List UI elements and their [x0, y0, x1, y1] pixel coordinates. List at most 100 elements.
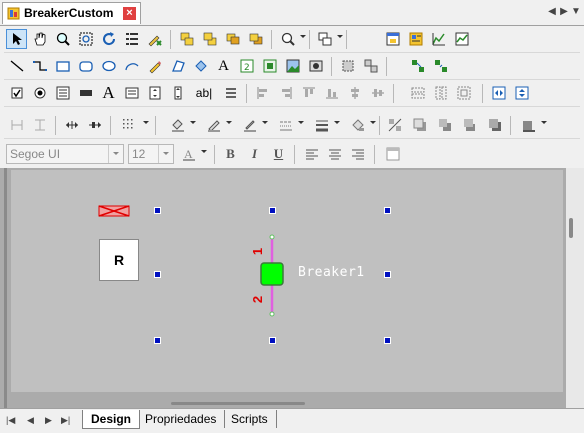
close-tab-icon[interactable]: ×: [123, 7, 136, 20]
trend-chart-icon[interactable]: [451, 29, 472, 49]
font-size-dropdown-icon[interactable]: [158, 145, 173, 163]
line-color-icon[interactable]: [203, 115, 224, 135]
same-width-icon[interactable]: [407, 83, 428, 103]
refresh-icon[interactable]: [98, 29, 119, 49]
bring-forward-icon[interactable]: [222, 29, 243, 49]
space-vertical-icon[interactable]: [511, 83, 532, 103]
selection-handle[interactable]: [384, 271, 391, 278]
shadow-icon[interactable]: [409, 115, 430, 135]
selection-handle[interactable]: [154, 271, 161, 278]
zoom-fit-icon[interactable]: [75, 29, 96, 49]
tab-design[interactable]: Design: [82, 410, 141, 429]
vertical-scroll-thumb[interactable]: [569, 218, 573, 238]
text-frame-icon[interactable]: [382, 144, 403, 164]
next-tab-icon[interactable]: ▶: [45, 415, 52, 426]
line-style-icon[interactable]: [275, 115, 296, 135]
font-name-combo[interactable]: Segoe UI: [6, 144, 124, 164]
polygon-tool-icon[interactable]: [167, 56, 188, 76]
selection-handle[interactable]: [154, 207, 161, 214]
tab-propriedades[interactable]: Propriedades: [137, 410, 226, 428]
align-top-icon[interactable]: [298, 83, 319, 103]
shadow-right-icon[interactable]: [434, 115, 455, 135]
ellipse-tool-icon[interactable]: [98, 56, 119, 76]
breaker-symbol[interactable]: [260, 233, 284, 318]
zoom-icon[interactable]: [52, 29, 73, 49]
select-pointer-icon[interactable]: [6, 29, 27, 49]
symbol-tool-icon[interactable]: [305, 56, 326, 76]
rectangle-tool-icon[interactable]: [52, 56, 73, 76]
search-dropdown-icon[interactable]: [300, 35, 306, 38]
selection-handle[interactable]: [154, 337, 161, 344]
style-icon[interactable]: [518, 115, 539, 135]
align-left-icon[interactable]: [252, 83, 273, 103]
button-tool-icon[interactable]: [75, 83, 96, 103]
tab-scripts[interactable]: Scripts: [223, 410, 277, 428]
align-bottom-icon[interactable]: [321, 83, 342, 103]
line-width-icon[interactable]: [311, 115, 332, 135]
table-icon[interactable]: [382, 29, 403, 49]
search-icon[interactable]: [277, 29, 298, 49]
fill-color-dropdown-icon[interactable]: [190, 121, 196, 124]
label-tool-icon[interactable]: A: [98, 83, 119, 103]
ungroup-objects-icon[interactable]: [360, 56, 381, 76]
distribute-h-icon[interactable]: [6, 115, 27, 135]
prev-tab-icon[interactable]: ◀: [27, 415, 34, 426]
send-back-icon[interactable]: [199, 29, 220, 49]
last-tab-icon[interactable]: ▶|: [61, 415, 70, 426]
move-v-icon[interactable]: [84, 115, 105, 135]
connect-icon[interactable]: [407, 56, 428, 76]
pencil-tool-icon[interactable]: [144, 56, 165, 76]
line-color-dropdown-icon[interactable]: [226, 121, 232, 124]
align-text-icon[interactable]: [220, 83, 241, 103]
move-h-icon[interactable]: [61, 115, 82, 135]
shadow-fill-dropdown-icon[interactable]: [370, 121, 376, 124]
shadow-deep-icon[interactable]: [484, 115, 505, 135]
chart-icon[interactable]: [428, 29, 449, 49]
edit-clear-icon[interactable]: [144, 29, 165, 49]
group-objects-icon[interactable]: [337, 56, 358, 76]
text-align-center-icon[interactable]: [324, 144, 345, 164]
font-color-dropdown-icon[interactable]: [201, 150, 207, 153]
tab-list-icon[interactable]: ▼: [569, 5, 583, 19]
textfield-tool-icon[interactable]: ab|: [190, 83, 218, 103]
vertical-scrollbar[interactable]: [566, 168, 584, 408]
underline-button[interactable]: U: [268, 144, 289, 164]
fill-color-icon[interactable]: [167, 115, 188, 135]
spinner-tool-icon[interactable]: [144, 83, 165, 103]
font-color-icon[interactable]: A: [178, 144, 199, 164]
list-properties-icon[interactable]: [121, 29, 142, 49]
memo-tool-icon[interactable]: [121, 83, 142, 103]
group-dropdown-icon[interactable]: [337, 35, 343, 38]
font-name-dropdown-icon[interactable]: [108, 145, 123, 163]
align-center-h-icon[interactable]: [367, 83, 388, 103]
checkbox-tool-icon[interactable]: [6, 83, 27, 103]
align-center-v-icon[interactable]: [344, 83, 365, 103]
selection-handle[interactable]: [269, 207, 276, 214]
italic-button[interactable]: I: [244, 144, 265, 164]
scroll-tool-icon[interactable]: [167, 83, 188, 103]
breaker-name-label[interactable]: Breaker1: [298, 265, 365, 280]
align-right-icon[interactable]: [275, 83, 296, 103]
shadow-fill-icon[interactable]: [347, 115, 368, 135]
grid-dropdown-icon[interactable]: [143, 121, 149, 124]
distribute-v-icon[interactable]: [29, 115, 50, 135]
space-horizontal-icon[interactable]: [488, 83, 509, 103]
fill-tool-icon[interactable]: [190, 56, 211, 76]
line-style-dropdown-icon[interactable]: [298, 121, 304, 124]
disconnect-icon[interactable]: [430, 56, 451, 76]
pen-color-dropdown-icon[interactable]: [262, 121, 268, 124]
same-size-icon[interactable]: [453, 83, 474, 103]
pen-color-icon[interactable]: [239, 115, 260, 135]
selection-handle[interactable]: [384, 207, 391, 214]
display-field-icon[interactable]: [259, 56, 280, 76]
first-tab-icon[interactable]: |◀: [6, 415, 15, 426]
r-element[interactable]: R: [99, 239, 139, 281]
bring-front-icon[interactable]: [176, 29, 197, 49]
number-field-icon[interactable]: 2: [236, 56, 257, 76]
polyline-tool-icon[interactable]: [29, 56, 50, 76]
horizontal-scroll-thumb[interactable]: [171, 402, 305, 405]
document-tab[interactable]: BreakerCustom ×: [2, 2, 141, 24]
rounded-rect-tool-icon[interactable]: [75, 56, 96, 76]
invalid-element-icon[interactable]: [98, 204, 130, 218]
same-height-icon[interactable]: [430, 83, 451, 103]
